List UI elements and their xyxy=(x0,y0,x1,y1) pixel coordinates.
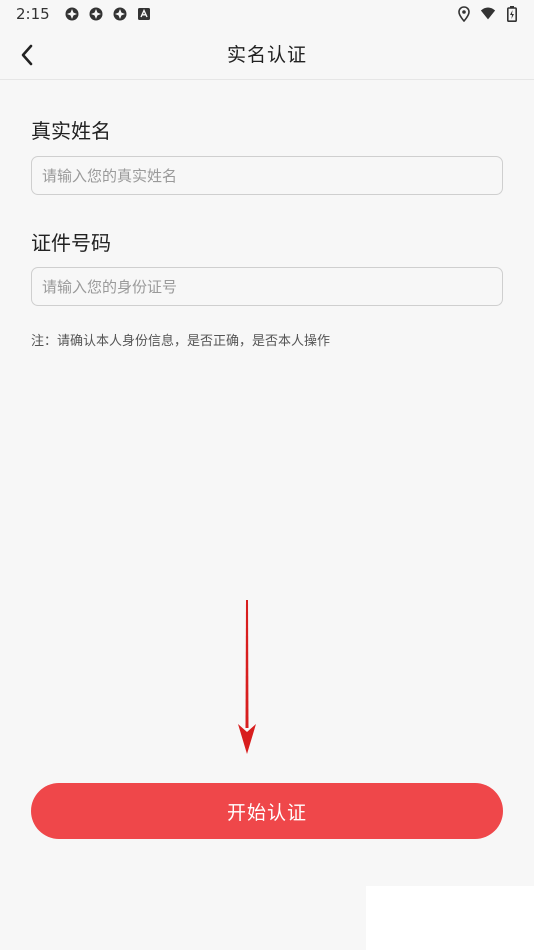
text-notification-icon xyxy=(136,6,152,22)
app-notification-icon xyxy=(64,6,80,22)
start-verification-button[interactable]: 开始认证 xyxy=(31,783,503,839)
wifi-icon xyxy=(480,6,496,22)
back-button[interactable] xyxy=(12,40,42,70)
chevron-left-icon xyxy=(21,44,33,66)
battery-icon xyxy=(504,6,520,22)
real-name-label: 真实姓名 xyxy=(31,119,111,143)
page-title: 实名认证 xyxy=(226,44,307,66)
app-notification-icon xyxy=(88,6,104,22)
verification-note: 注：请确认本人身份信息，是否正确，是否本人操作 xyxy=(31,334,331,349)
header-bar: 实名认证 xyxy=(0,28,534,80)
status-left: 2:15 xyxy=(16,5,152,23)
location-icon xyxy=(456,6,472,22)
id-number-input[interactable] xyxy=(31,267,503,306)
red-down-arrow-icon xyxy=(238,600,256,754)
app-notification-icon xyxy=(112,6,128,22)
id-number-label: 证件号码 xyxy=(31,231,111,255)
corner-overlay xyxy=(366,886,534,950)
real-name-input[interactable] xyxy=(31,156,503,195)
status-time: 2:15 xyxy=(16,5,50,23)
status-bar: 2:15 xyxy=(0,0,534,28)
status-right xyxy=(456,6,520,22)
